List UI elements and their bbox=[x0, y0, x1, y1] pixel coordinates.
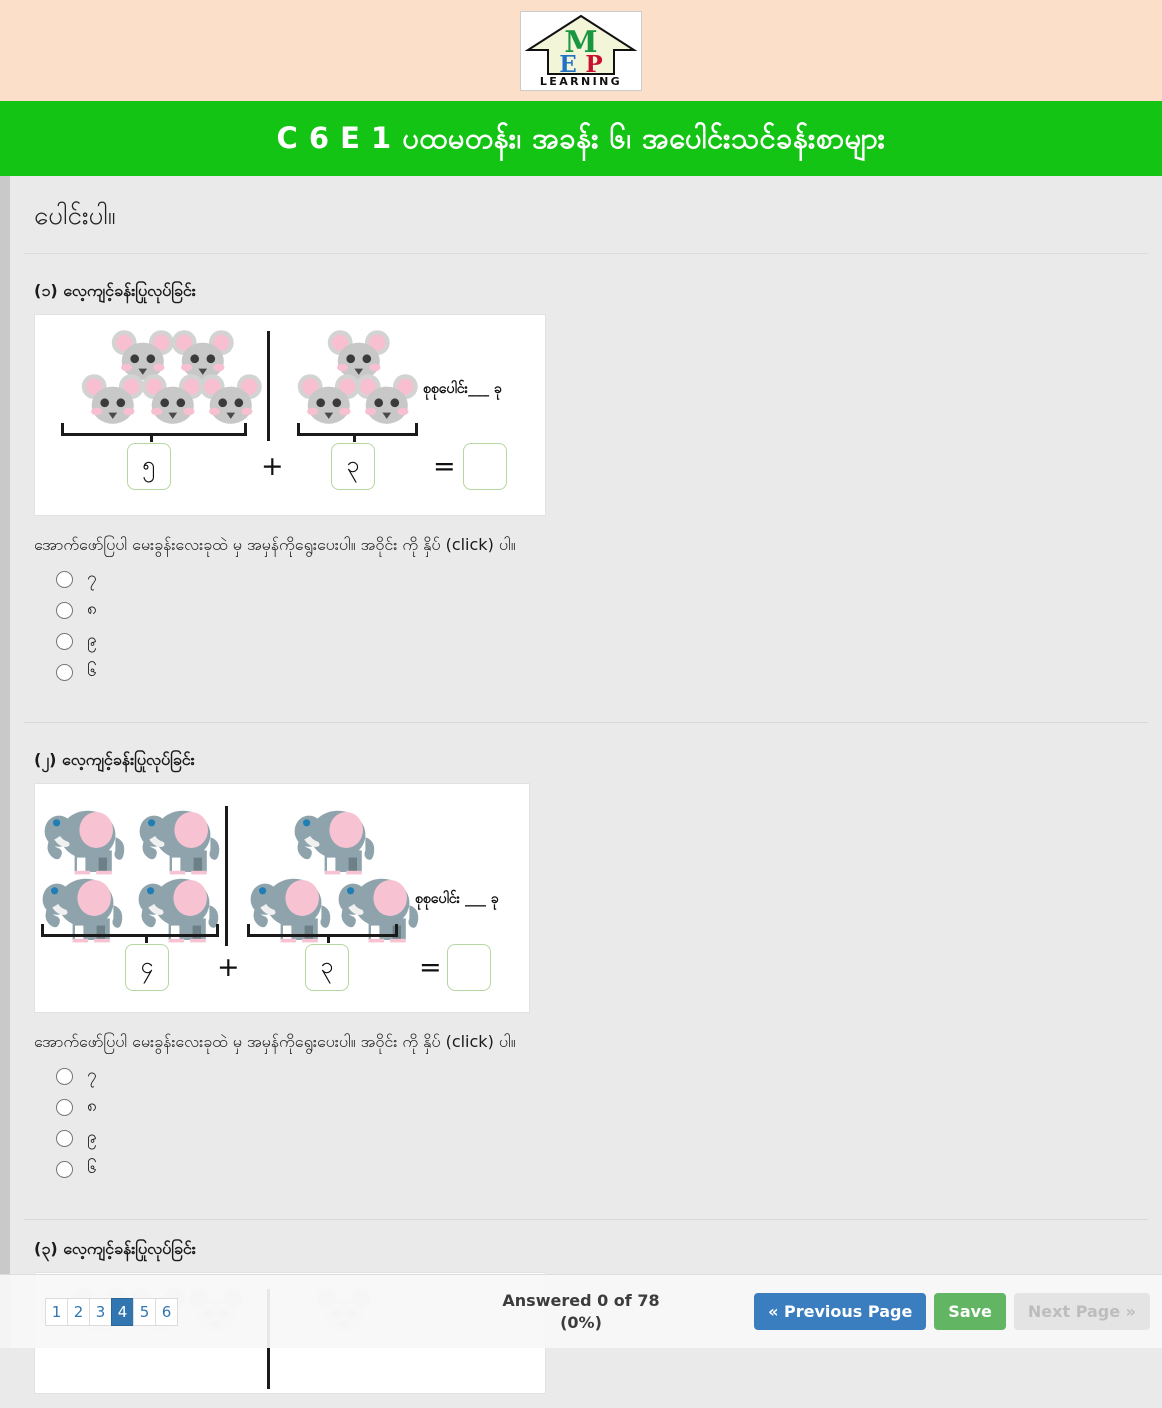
total-label: စုစုပေါင်း___ ခု bbox=[423, 381, 502, 397]
footer-bar: 1 2 3 4 5 6 Answered 0 of 78 (0%) « Prev… bbox=[0, 1274, 1162, 1348]
page-button-5[interactable]: 5 bbox=[133, 1297, 155, 1326]
plus-sign: + bbox=[261, 451, 284, 482]
option-label: ၈ bbox=[87, 599, 97, 619]
brace-left-tick bbox=[145, 934, 148, 943]
brace-right bbox=[247, 924, 398, 937]
radio-button-icon[interactable] bbox=[56, 633, 73, 650]
exercise-1-figure: စုစုပေါင်း___ ခု ၅ + ၃ = bbox=[34, 314, 546, 516]
logo-letter-p: P bbox=[585, 51, 602, 78]
equals-sign: = bbox=[419, 952, 442, 983]
exercise-2-figure: စုစုပေါင်း ___ ခု ၄ + ၃ = bbox=[34, 783, 530, 1013]
group-separator bbox=[225, 806, 228, 946]
exercise-2-options: ၇ ၈ ၉ ၆ bbox=[34, 1061, 1162, 1185]
exercise-1-prompt: အောက်ဖော်ပြပါ မေးခွန်းလေးခုထဲ မှ အမှန်ကိ… bbox=[34, 535, 516, 554]
option-row[interactable]: ၈ bbox=[56, 1092, 1162, 1123]
pagination[interactable]: 1 2 3 4 5 6 bbox=[45, 1297, 178, 1326]
mouse-group-right bbox=[297, 330, 418, 424]
page-button-6[interactable]: 6 bbox=[155, 1297, 178, 1326]
mouse-group-left bbox=[81, 330, 262, 424]
result-box[interactable] bbox=[463, 443, 507, 490]
previous-page-button[interactable]: « Previous Page bbox=[754, 1293, 927, 1330]
page-button-2[interactable]: 2 bbox=[67, 1297, 89, 1326]
option-row[interactable]: ၇ bbox=[56, 564, 1162, 595]
option-row[interactable]: ၉ bbox=[56, 1123, 1162, 1154]
section-title: ပေါင်းပါ။ bbox=[34, 201, 116, 231]
logo-arrow-icon: M E P LEARNING bbox=[524, 14, 638, 88]
addend-right-box: ၃ bbox=[305, 944, 349, 991]
option-label: ၉ bbox=[87, 1127, 97, 1147]
exercise-2-prompt: အောက်ဖော်ပြပါ မေးခွန်းလေးခုထဲ မှ အမှန်ကိ… bbox=[34, 1032, 516, 1051]
result-box[interactable] bbox=[447, 944, 491, 991]
exercise-2-heading: (၂) လေ့ကျင့်ခန်းပြုလုပ်ခြင်း bbox=[34, 750, 195, 769]
plus-sign: + bbox=[217, 952, 240, 983]
option-label: ၈ bbox=[87, 1096, 97, 1116]
option-row[interactable]: ၆ bbox=[56, 657, 1162, 688]
logo-wordmark: LEARNING bbox=[540, 75, 622, 88]
option-row[interactable]: ၆ bbox=[56, 1154, 1162, 1185]
left-rail bbox=[0, 176, 10, 1348]
page-title-bar: C 6 E 1 ပထမတန်း၊ အခန်း ၆၊ အပေါင်းသင်ခန်း… bbox=[0, 101, 1162, 176]
option-label: ၆ bbox=[87, 661, 97, 681]
brace-right-tick bbox=[353, 433, 356, 442]
page-title: C 6 E 1 ပထမတန်း၊ အခန်း ၆၊ အပေါင်းသင်ခန်း… bbox=[276, 120, 886, 155]
radio-button-icon[interactable] bbox=[56, 602, 73, 619]
group-separator bbox=[267, 331, 270, 441]
addend-right-box: ၃ bbox=[331, 443, 375, 490]
next-page-button[interactable]: Next Page » bbox=[1013, 1293, 1150, 1330]
save-button[interactable]: Save bbox=[934, 1293, 1006, 1330]
footer-buttons: « Previous Page Save Next Page » bbox=[754, 1293, 1150, 1330]
page-button-1[interactable]: 1 bbox=[45, 1297, 67, 1326]
mep-learning-logo: M E P LEARNING bbox=[520, 10, 642, 91]
radio-button-icon[interactable] bbox=[56, 664, 73, 681]
option-row[interactable]: ၇ bbox=[56, 1061, 1162, 1092]
exercise-1-options: ၇ ၈ ၉ ၆ bbox=[34, 564, 1162, 688]
option-label: ၉ bbox=[87, 630, 97, 650]
exercise-1-heading: (၁) လေ့ကျင့်ခန်းပြုလုပ်ခြင်း bbox=[34, 281, 196, 300]
radio-button-icon[interactable] bbox=[56, 1099, 73, 1116]
option-label: ၇ bbox=[87, 1065, 97, 1085]
equals-sign: = bbox=[433, 451, 456, 482]
radio-button-icon[interactable] bbox=[56, 571, 73, 588]
total-label: စုစုပေါင်း ___ ခု bbox=[415, 891, 499, 907]
brace-left-tick bbox=[150, 433, 153, 442]
exercise-1: (၁) လေ့ကျင့်ခန်းပြုလုပ်ခြင်း စုစုပေါင်း_… bbox=[10, 254, 1162, 698]
logo-letter-e: E bbox=[559, 51, 577, 78]
page-body: ပေါင်းပါ။ (၁) လေ့ကျင့်ခန်းပြုလုပ်ခြင်း စ… bbox=[0, 176, 1162, 1394]
page-button-3[interactable]: 3 bbox=[89, 1297, 111, 1326]
content-area: ပေါင်းပါ။ (၁) လေ့ကျင့်ခန်းပြုလုပ်ခြင်း စ… bbox=[10, 176, 1162, 1394]
radio-button-icon[interactable] bbox=[56, 1161, 73, 1178]
radio-button-icon[interactable] bbox=[56, 1068, 73, 1085]
radio-button-icon[interactable] bbox=[56, 1130, 73, 1147]
brace-right bbox=[297, 423, 418, 436]
brace-left bbox=[61, 423, 247, 436]
brace-left bbox=[41, 924, 219, 937]
addend-left-box: ၅ bbox=[127, 443, 171, 490]
exercise-3-heading: (၃) လေ့ကျင့်ခန်းပြုလုပ်ခြင်း bbox=[34, 1239, 196, 1258]
brace-right-tick bbox=[327, 934, 330, 943]
option-row[interactable]: ၈ bbox=[56, 595, 1162, 626]
exercise-2: (၂) လေ့ကျင့်ခန်းပြုလုပ်ခြင်း စုစုပေါင်း … bbox=[10, 723, 1162, 1195]
logo-band: M E P LEARNING bbox=[0, 0, 1162, 101]
page-button-4[interactable]: 4 bbox=[111, 1297, 133, 1326]
addend-left-box: ၄ bbox=[125, 944, 169, 991]
option-row[interactable]: ၉ bbox=[56, 626, 1162, 657]
option-label: ၇ bbox=[87, 568, 97, 588]
option-label: ၆ bbox=[87, 1158, 97, 1178]
